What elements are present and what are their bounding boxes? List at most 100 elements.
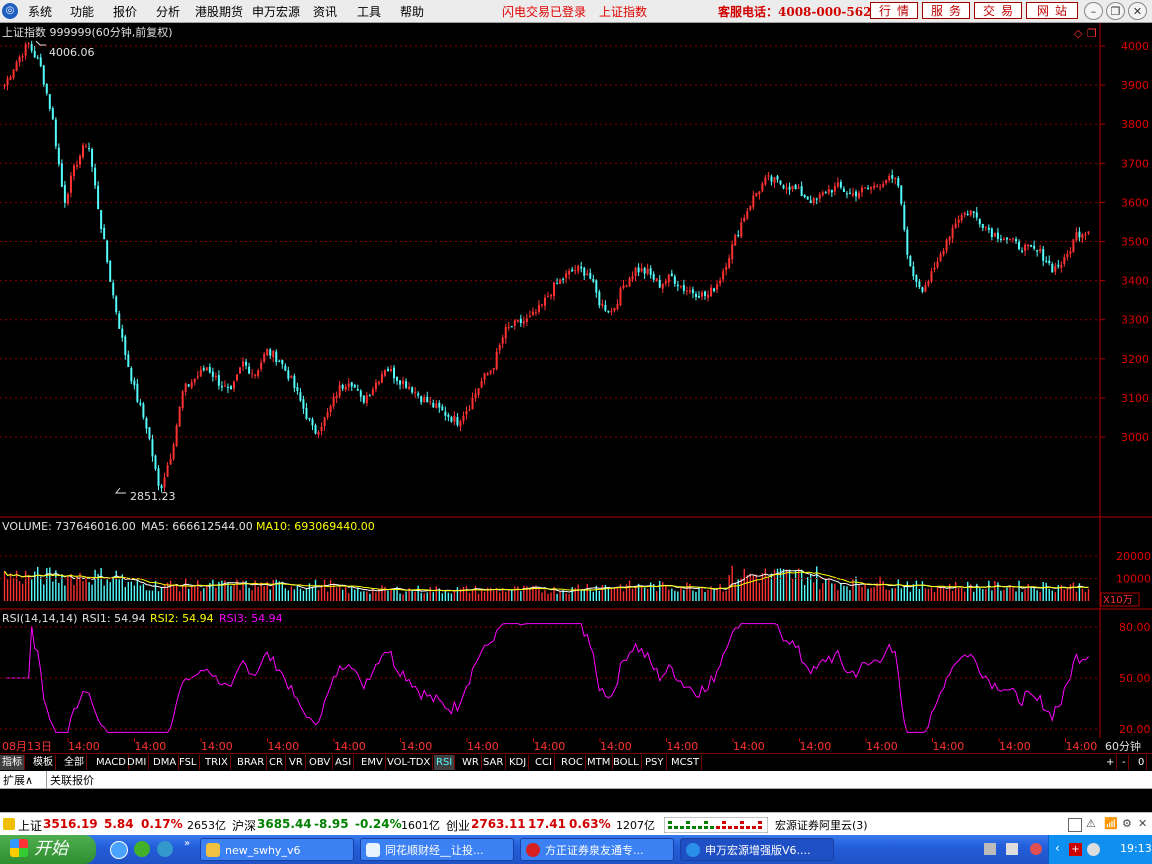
window-toggle-icon[interactable]: ❐ (1087, 27, 1097, 40)
candle-body (480, 381, 483, 388)
ind-tab-template[interactable]: 模板 (31, 755, 56, 770)
ind-tab-cci[interactable]: CCI (533, 755, 555, 770)
candle-body (704, 291, 707, 296)
kline-chart-svg[interactable]: 4000 3900 3800 3700 3600 3500 3400 3300 3200 3100… (0, 23, 1152, 738)
menu-swhy[interactable]: 申万宏源 (252, 3, 300, 20)
indicator-bar: 指标 模板 全部 MACD DMI DMA FSL TRIX BRAR CR V… (0, 753, 1152, 772)
ie-icon[interactable] (110, 841, 128, 859)
close-icon[interactable]: ✕ (1128, 2, 1147, 20)
expand-button[interactable]: 扩展∧ (3, 772, 33, 788)
ind-tab-macd[interactable]: MACD (94, 755, 129, 770)
candle-body (365, 395, 368, 404)
candle-body (1027, 244, 1030, 247)
candle-body (803, 195, 806, 198)
e-browser-icon[interactable] (157, 841, 173, 857)
tab-quotes[interactable]: 行情 (870, 2, 918, 19)
ind-tab-cr[interactable]: CR (267, 755, 286, 770)
server-name[interactable]: 宏源证券阿里云(3) (775, 817, 868, 833)
taskbar-window-2[interactable]: 同花顺财经__让投... (360, 838, 514, 861)
reset-button[interactable]: 0 (1136, 755, 1148, 770)
chart-area[interactable]: 4000 3900 3800 3700 3600 3500 3400 3300 3200 3100… (0, 23, 1152, 738)
taskbar-window-3[interactable]: 方正证券泉友通专... (520, 838, 674, 861)
volume-label: VOLUME: 737646016.00 (2, 520, 136, 533)
breadth-cell (746, 821, 750, 824)
browser-icon[interactable] (134, 841, 150, 857)
diamond-icon[interactable]: ◇ (1074, 27, 1083, 40)
tab-service[interactable]: 服务 (922, 2, 970, 19)
menu-function[interactable]: 功能 (70, 3, 94, 20)
candle-body (75, 164, 78, 167)
app-logo-icon[interactable]: ◎ (2, 3, 18, 19)
tab-website[interactable]: 网站 (1026, 2, 1078, 19)
tray-security-icon[interactable] (1087, 843, 1100, 856)
restore-icon[interactable]: ❐ (1106, 2, 1125, 20)
candle-body (797, 187, 800, 189)
ind-tab-obv[interactable]: OBV (307, 755, 334, 770)
candle-body (722, 271, 725, 280)
candle-body (924, 284, 927, 292)
minimize-icon[interactable]: – (1084, 2, 1103, 20)
zoom-out-button[interactable]: - (1120, 755, 1129, 770)
tray-app-icon-3[interactable] (1030, 843, 1042, 855)
candle-body (133, 380, 136, 386)
ind-tab-kdj[interactable]: KDJ (507, 755, 530, 770)
ind-tab-mtm[interactable]: MTM (585, 755, 614, 770)
ind-tab-vol-tdx[interactable]: VOL-TDX (385, 755, 434, 770)
settings-icon[interactable]: ⚙ (1122, 817, 1132, 830)
ind-tab-brar[interactable]: BRAR (235, 755, 268, 770)
start-button[interactable]: 开始 (0, 835, 96, 864)
candle-body (338, 385, 341, 397)
candle-body (876, 185, 879, 187)
taskbar-window-4[interactable]: 申万宏源增强版V6.... (680, 838, 834, 861)
time-tick-label: 14:00 (401, 740, 433, 753)
candle-body (33, 50, 36, 58)
ind-tab-vr[interactable]: VR (287, 755, 306, 770)
ind-tab-indicator[interactable]: 指标 (0, 755, 25, 770)
period-label[interactable]: 60分钟 (1105, 739, 1141, 753)
taskbar-window-1[interactable]: new_swhy_v6 (200, 838, 354, 861)
tray-expand-icon[interactable]: ‹ (1055, 841, 1060, 855)
ind-tab-rsi[interactable]: RSI (434, 755, 456, 770)
menu-help[interactable]: 帮助 (400, 3, 424, 20)
candle-body (199, 369, 202, 377)
candle-body (978, 219, 981, 225)
candle-body (873, 185, 876, 188)
candle-body (571, 269, 574, 272)
candle-body (921, 287, 924, 292)
tray-app-icon-1[interactable] (984, 843, 996, 855)
menu-hk-futures[interactable]: 港股期货 (195, 3, 243, 20)
menu-news[interactable]: 资讯 (313, 3, 337, 20)
ind-tab-roc[interactable]: ROC (559, 755, 586, 770)
ind-tab-emv[interactable]: EMV (359, 755, 386, 770)
lock-icon[interactable] (3, 818, 15, 830)
message-icon[interactable] (1068, 818, 1082, 832)
related-quotes-button[interactable]: 关联报价 (50, 772, 94, 788)
ind-tab-wr[interactable]: WR (460, 755, 482, 770)
ind-tab-trix[interactable]: TRIX (203, 755, 231, 770)
signal-icon[interactable]: 📶 (1104, 817, 1118, 830)
menu-system[interactable]: 系统 (28, 3, 52, 20)
candle-body (806, 196, 809, 200)
menu-tools[interactable]: 工具 (357, 3, 381, 20)
ind-tab-boll[interactable]: BOLL (611, 755, 642, 770)
zoom-in-button[interactable]: + (1104, 755, 1118, 770)
menu-quote[interactable]: 报价 (113, 3, 137, 20)
flash-trade-status[interactable]: 闪电交易已登录 (502, 3, 586, 20)
tray-flag-icon[interactable]: + (1069, 843, 1082, 856)
close-status-icon[interactable]: ✕ (1138, 817, 1147, 830)
tray-app-icon-2[interactable] (1006, 843, 1018, 855)
ind-tab-asi[interactable]: ASI (333, 755, 355, 770)
alert-icon[interactable]: ⚠ (1086, 817, 1096, 830)
quick-launch-more-icon[interactable]: » (184, 838, 190, 849)
breadth-cell (704, 821, 708, 824)
ind-tab-psy[interactable]: PSY (643, 755, 667, 770)
ind-tab-all[interactable]: 全部 (62, 755, 87, 770)
menu-analysis[interactable]: 分析 (156, 3, 180, 20)
ind-tab-fsl[interactable]: FSL (177, 755, 200, 770)
candle-body (800, 186, 803, 197)
ind-tab-dmi[interactable]: DMI (125, 755, 150, 770)
ind-tab-sar[interactable]: SAR (481, 755, 507, 770)
tab-trade[interactable]: 交易 (974, 2, 1022, 19)
ind-tab-mcst[interactable]: MCST (669, 755, 703, 770)
ind-tab-dma[interactable]: DMA (151, 755, 180, 770)
